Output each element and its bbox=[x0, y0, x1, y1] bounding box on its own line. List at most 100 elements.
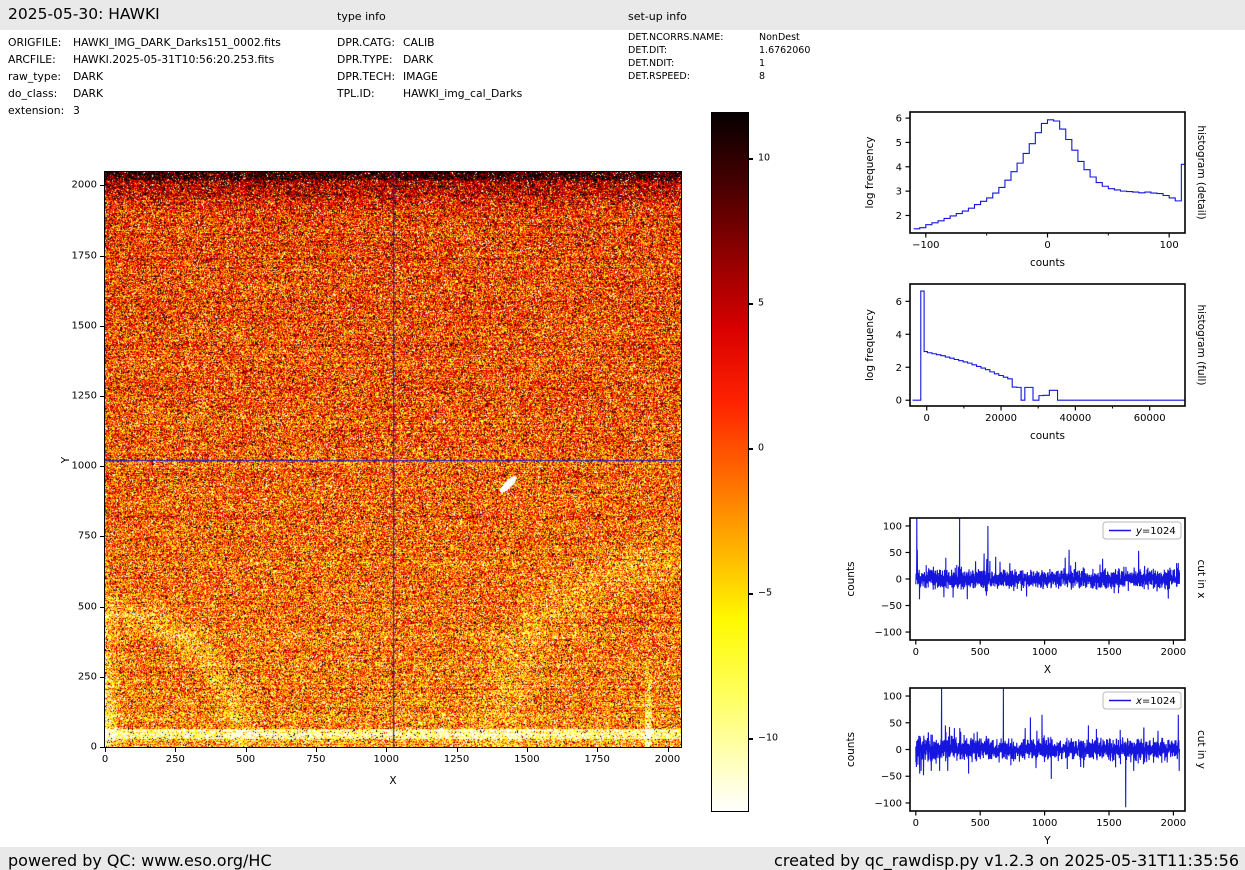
hist_detail-side-label: histogram (detail) bbox=[1195, 125, 1207, 219]
file-info-row: ARCFILE:HAWKI.2025-05-31T10:56:20.253.fi… bbox=[8, 51, 281, 68]
field-label: TPL.ID: bbox=[337, 85, 403, 102]
colorbar-tick-label: −10 bbox=[758, 733, 778, 744]
y-tick-mark bbox=[100, 607, 104, 608]
field-label: DET.RSPEED: bbox=[628, 70, 759, 83]
cut_x-legend-label: y=1024 bbox=[1135, 526, 1176, 537]
header-strip bbox=[0, 0, 1245, 30]
x-tick-label: 0 bbox=[913, 647, 919, 658]
y-tick-label: 6 bbox=[896, 297, 902, 308]
x-tick-label: 100 bbox=[1160, 240, 1179, 251]
hist_detail-axes-box bbox=[910, 112, 1185, 233]
y-tick-mark bbox=[100, 536, 104, 537]
file-info-row: do_class:DARK bbox=[8, 85, 281, 102]
y-tick-mark bbox=[100, 466, 104, 467]
cut_x-yaxis-label: counts bbox=[845, 561, 857, 596]
y-tick-label: 1500 bbox=[57, 320, 97, 331]
field-value: 1.6762060 bbox=[759, 45, 810, 56]
colorbar-tick-mark bbox=[748, 303, 753, 304]
colorbar bbox=[711, 112, 749, 812]
hist_detail-series-line bbox=[914, 120, 1185, 229]
x-tick-label: 0 bbox=[924, 413, 930, 424]
main-yaxis-label: Y bbox=[60, 456, 72, 462]
y-tick-label: 2000 bbox=[57, 180, 97, 191]
y-tick-label: 100 bbox=[883, 692, 902, 703]
y-tick-label: 750 bbox=[57, 531, 97, 542]
field-label: DPR.TECH: bbox=[337, 68, 403, 85]
hist_full-chart: 02000040000600000246countslog frequencyh… bbox=[838, 268, 1238, 464]
y-tick-label: 0 bbox=[57, 742, 97, 753]
field-label: DET.DIT: bbox=[628, 44, 759, 57]
x-tick-label: 1000 bbox=[374, 754, 399, 765]
main-xaxis-label: X bbox=[389, 775, 396, 787]
y-tick-mark bbox=[100, 396, 104, 397]
cut_x-side-label: cut in x bbox=[1195, 559, 1207, 598]
y-tick-label: 50 bbox=[889, 718, 902, 729]
field-label: DPR.CATG: bbox=[337, 34, 403, 51]
type-info-block: DPR.CATG:CALIB DPR.TYPE:DARK DPR.TECH:IM… bbox=[337, 34, 522, 102]
colorbar-tick-mark bbox=[748, 448, 753, 449]
y-tick-label: 0 bbox=[896, 396, 902, 407]
y-tick-label: 5 bbox=[896, 138, 902, 149]
colorbar-gradient bbox=[712, 113, 748, 811]
hist_full-side-label: histogram (full) bbox=[1195, 305, 1207, 386]
y-tick-mark bbox=[100, 256, 104, 257]
y-tick-label: 1250 bbox=[57, 391, 97, 402]
y-tick-mark bbox=[100, 677, 104, 678]
field-value: HAWKI_img_cal_Darks bbox=[403, 87, 522, 100]
field-value: NonDest bbox=[759, 32, 800, 43]
colorbar-tick-mark bbox=[748, 158, 753, 159]
file-info-row: ORIGFILE:HAWKI_IMG_DARK_Darks151_0002.fi… bbox=[8, 34, 281, 51]
x-tick-mark bbox=[457, 748, 458, 752]
x-tick-label: 1250 bbox=[444, 754, 469, 765]
setup-info-row: DET.NCORRS.NAME:NonDest bbox=[628, 31, 810, 44]
colorbar-tick-label: −5 bbox=[758, 588, 772, 599]
y-tick-label: 1750 bbox=[57, 250, 97, 261]
type-info-row: TPL.ID:HAWKI_img_cal_Darks bbox=[337, 85, 522, 102]
field-value: 8 bbox=[759, 71, 765, 82]
x-tick-label: 1000 bbox=[1032, 818, 1057, 829]
x-tick-mark bbox=[175, 748, 176, 752]
x-tick-mark bbox=[316, 748, 317, 752]
x-tick-label: 500 bbox=[971, 647, 990, 658]
x-tick-label: 250 bbox=[166, 754, 185, 765]
hist_detail-yaxis-label: log frequency bbox=[864, 136, 876, 208]
hist_full-yaxis-label: log frequency bbox=[864, 309, 876, 381]
qc-rawdisp-page: 2025-05-30: HAWKI type info set-up info … bbox=[0, 0, 1245, 870]
field-label: ARCFILE: bbox=[8, 51, 73, 68]
x-tick-label: 500 bbox=[236, 754, 255, 765]
x-tick-label: 20000 bbox=[985, 413, 1017, 424]
field-value: IMAGE bbox=[403, 70, 438, 83]
y-tick-label: 0 bbox=[896, 745, 902, 756]
y-tick-mark bbox=[100, 747, 104, 748]
page-title: 2025-05-30: HAWKI bbox=[8, 5, 160, 23]
type-info-row: DPR.CATG:CALIB bbox=[337, 34, 522, 51]
detector-image-canvas bbox=[105, 172, 681, 747]
field-label: extension: bbox=[8, 102, 73, 119]
cut_y-chart: 0500100015002000−100−50050100Ycountscut … bbox=[838, 670, 1238, 860]
colorbar-tick-mark bbox=[748, 593, 753, 594]
field-value: DARK bbox=[73, 70, 103, 83]
cut_y-side-label: cut in y bbox=[1195, 730, 1207, 769]
y-tick-label: 4 bbox=[896, 330, 902, 341]
file-info-block: ORIGFILE:HAWKI_IMG_DARK_Darks151_0002.fi… bbox=[8, 34, 281, 119]
x-tick-label: 1500 bbox=[1096, 818, 1121, 829]
field-label: do_class: bbox=[8, 85, 73, 102]
field-value: 1 bbox=[759, 58, 765, 69]
hist_detail-chart: −100010023456countslog frequencyhistogra… bbox=[838, 96, 1238, 292]
y-tick-label: 2 bbox=[896, 211, 902, 222]
colorbar-tick-label: 10 bbox=[758, 153, 770, 164]
y-tick-label: 6 bbox=[896, 114, 902, 125]
x-tick-label: 0 bbox=[1044, 240, 1050, 251]
cut_y-yaxis-label: counts bbox=[845, 732, 857, 767]
x-tick-label: 40000 bbox=[1059, 413, 1091, 424]
x-tick-label: 500 bbox=[971, 818, 990, 829]
y-tick-label: −100 bbox=[875, 628, 902, 639]
x-tick-label: −100 bbox=[912, 240, 939, 251]
y-tick-label: 500 bbox=[57, 601, 97, 612]
y-tick-label: −50 bbox=[881, 772, 902, 783]
field-label: DET.NDIT: bbox=[628, 57, 759, 70]
x-tick-label: 1000 bbox=[1032, 647, 1057, 658]
x-tick-label: 60000 bbox=[1134, 413, 1166, 424]
y-tick-label: 250 bbox=[57, 671, 97, 682]
field-label: DET.NCORRS.NAME: bbox=[628, 31, 759, 44]
